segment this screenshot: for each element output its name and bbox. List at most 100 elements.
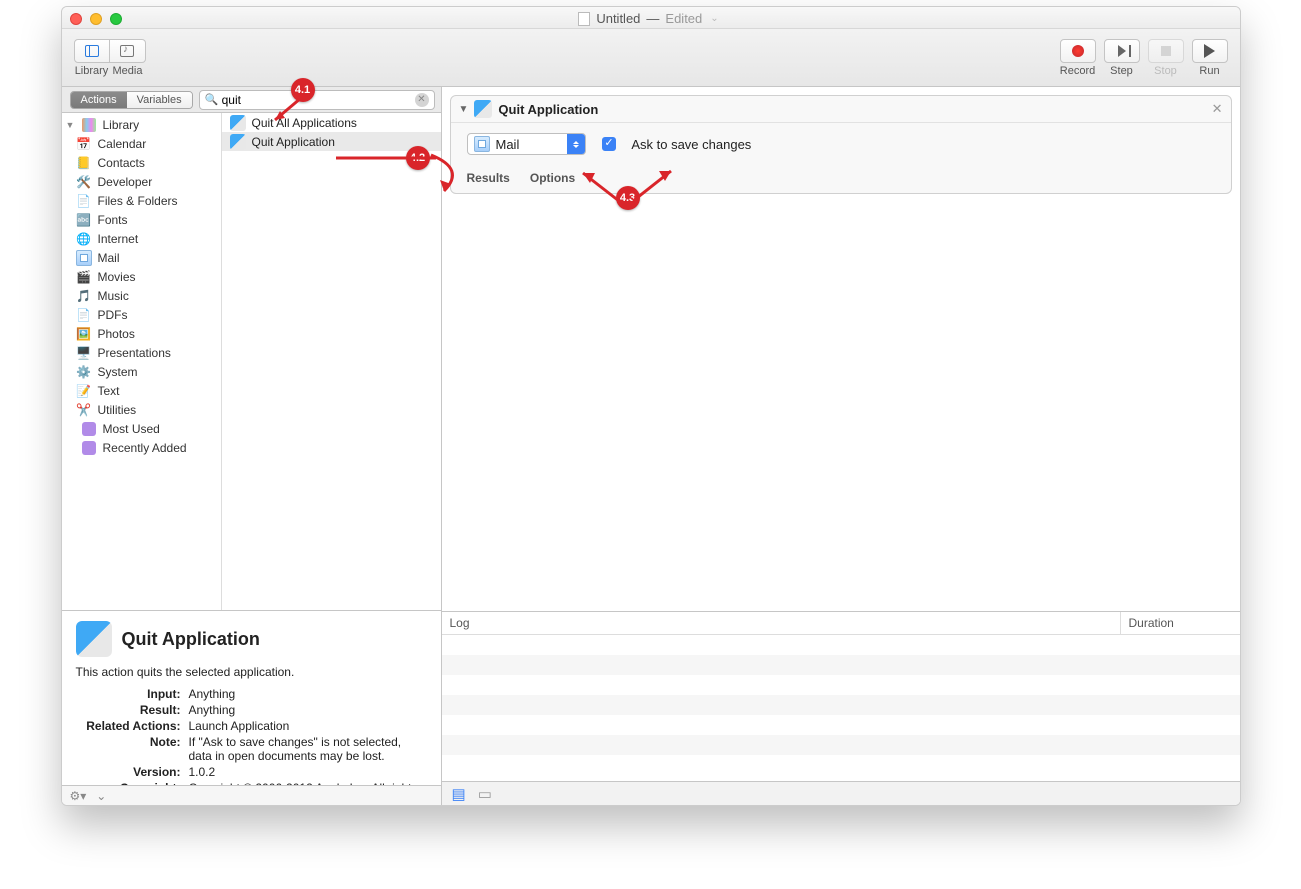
action-result-row[interactable]: Quit All Applications — [222, 113, 441, 132]
document-icon — [578, 12, 590, 26]
meta-key: Version: — [76, 765, 181, 779]
disclosure-triangle-icon[interactable]: ▼ — [66, 120, 75, 130]
zoom-window-button[interactable] — [110, 13, 122, 25]
contacts-icon: 📒 — [76, 155, 92, 171]
meta-value: Anything — [189, 703, 427, 717]
toolbar: Library Media Record Step Stop Run — [62, 29, 1240, 87]
library-item[interactable]: ⚙️System — [62, 362, 221, 381]
record-icon — [1072, 45, 1084, 57]
log-rows — [442, 635, 1240, 781]
meta-key: Note: — [76, 735, 181, 763]
actions-tab[interactable]: Actions — [71, 92, 127, 108]
system-icon: ⚙️ — [76, 364, 92, 380]
smart-folder-most-used[interactable]: Most Used — [62, 419, 221, 438]
action-info-panel: Quit Application This action quits the s… — [62, 610, 441, 785]
library-item[interactable]: 🎵Music — [62, 286, 221, 305]
library-item[interactable]: 📄PDFs — [62, 305, 221, 324]
pdf-icon: 📄 — [76, 307, 92, 323]
library-item[interactable]: ✂️Utilities — [62, 400, 221, 419]
application-dropdown[interactable]: Mail — [467, 133, 587, 155]
library-item[interactable]: 🖥️Presentations — [62, 343, 221, 362]
media-label: Media — [110, 65, 146, 77]
search-icon: 🔍 — [205, 93, 219, 106]
music-icon: 🎵 — [76, 288, 92, 304]
minimize-window-button[interactable] — [90, 13, 102, 25]
run-button[interactable] — [1192, 39, 1228, 63]
library-item[interactable]: 📅Calendar — [62, 134, 221, 153]
smart-folder-recently-added[interactable]: Recently Added — [62, 438, 221, 457]
stop-button — [1148, 39, 1184, 63]
search-input[interactable] — [199, 90, 435, 110]
info-title: Quit Application — [122, 629, 260, 650]
finder-icon — [230, 134, 246, 150]
text-icon: 📝 — [76, 383, 92, 399]
meta-value: Launch Application — [189, 719, 427, 733]
ask-to-save-checkbox[interactable] — [602, 137, 616, 151]
library-item[interactable]: 🛠️Developer — [62, 172, 221, 191]
library-root-icon — [82, 118, 96, 132]
media-icon — [120, 45, 134, 57]
titlebar: Untitled — Edited ⌄ — [62, 7, 1240, 29]
library-button[interactable] — [74, 39, 110, 63]
log-panel: Log Duration — [442, 611, 1240, 781]
duration-column-header[interactable]: Duration — [1120, 612, 1240, 634]
variables-tab[interactable]: Variables — [127, 92, 192, 108]
toggle-info-icon[interactable]: ⌄ — [96, 789, 106, 803]
results-tab[interactable]: Results — [467, 171, 510, 185]
info-description: This action quits the selected applicati… — [76, 665, 427, 679]
action-result-row[interactable]: Quit Application — [222, 132, 441, 151]
options-tab[interactable]: Options — [530, 171, 575, 185]
close-window-button[interactable] — [70, 13, 82, 25]
disclosure-triangle-icon[interactable]: ▼ — [459, 104, 469, 115]
checkbox-label: Ask to save changes — [631, 137, 751, 152]
flow-view-icon[interactable]: ▭ — [478, 785, 492, 803]
record-button[interactable] — [1060, 39, 1096, 63]
clear-search-icon[interactable]: ✕ — [415, 93, 429, 107]
meta-key: Input: — [76, 687, 181, 701]
workflow-step-card[interactable]: ▼ Quit Application ✕ Mail Ask to save ch… — [450, 95, 1232, 194]
folder-icon: 📄 — [76, 193, 92, 209]
library-item[interactable]: 📄Files & Folders — [62, 191, 221, 210]
developer-icon: 🛠️ — [76, 174, 92, 190]
library-item[interactable]: 🔤Fonts — [62, 210, 221, 229]
library-item[interactable]: Mail — [62, 248, 221, 267]
font-icon: 🔤 — [76, 212, 92, 228]
step-button[interactable] — [1104, 39, 1140, 63]
calendar-icon: 📅 — [76, 136, 92, 152]
mail-icon — [474, 136, 490, 152]
library-root[interactable]: ▼ Library — [62, 115, 221, 134]
list-view-icon[interactable]: ▤ — [452, 785, 466, 803]
library-item[interactable]: 🖼️Photos — [62, 324, 221, 343]
library-item[interactable]: 🌐Internet — [62, 229, 221, 248]
media-button[interactable] — [110, 39, 146, 63]
log-column-header[interactable]: Log — [442, 612, 1120, 634]
step-title: Quit Application — [498, 102, 598, 117]
window-controls — [70, 13, 122, 25]
movies-icon: 🎬 — [76, 269, 92, 285]
meta-key: Related Actions: — [76, 719, 181, 733]
automator-window: Untitled — Edited ⌄ Library Media Record… — [61, 6, 1241, 806]
meta-value: If "Ask to save changes" is not selected… — [189, 735, 427, 763]
smart-folder-icon — [82, 441, 96, 455]
action-results-list[interactable]: Quit All Applications Quit Application — [222, 113, 441, 610]
step-label: Step — [1110, 65, 1133, 77]
library-segmented-control[interactable]: Actions Variables — [70, 91, 193, 109]
mail-icon — [76, 250, 92, 266]
sidebar-statusbar: ⚙︎▾ ⌄ — [62, 785, 441, 805]
window-title: Untitled — [596, 11, 640, 26]
remove-step-button[interactable]: ✕ — [1212, 101, 1223, 117]
gear-icon[interactable]: ⚙︎▾ — [70, 789, 87, 803]
edited-label: Edited — [665, 11, 702, 26]
photos-icon: 🖼️ — [76, 326, 92, 342]
stop-label: Stop — [1154, 65, 1177, 77]
finder-icon — [474, 100, 492, 118]
title-dropdown-icon[interactable]: ⌄ — [710, 13, 718, 24]
library-item[interactable]: 🎬Movies — [62, 267, 221, 286]
chevron-updown-icon — [567, 133, 585, 155]
library-item[interactable]: 📝Text — [62, 381, 221, 400]
library-tree[interactable]: ▼ Library 📅Calendar 📒Contacts 🛠️Develope… — [62, 113, 222, 610]
run-icon — [1204, 44, 1215, 58]
library-item[interactable]: 📒Contacts — [62, 153, 221, 172]
utilities-icon: ✂️ — [76, 402, 92, 418]
finder-icon — [76, 621, 112, 657]
